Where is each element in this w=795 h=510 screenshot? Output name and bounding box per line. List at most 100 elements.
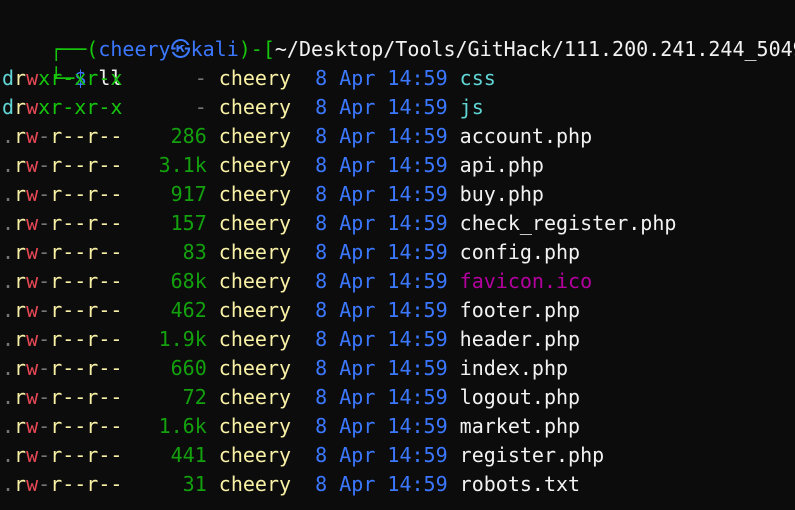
perm-owner-read: r <box>14 124 27 148</box>
file-name[interactable]: api.php <box>460 153 544 177</box>
file-time: 14:59 <box>387 327 448 351</box>
file-name[interactable]: config.php <box>460 240 580 264</box>
file-day: 8 <box>315 66 328 90</box>
perm-owner-write: w <box>26 182 39 206</box>
listing-row: .rw-r--r-- 441 cheery 8 Apr 14:59 regist… <box>2 441 795 470</box>
file-day: 8 <box>315 443 328 467</box>
file-size: 68k <box>146 269 207 293</box>
file-day: 8 <box>315 385 328 409</box>
file-name[interactable]: favicon.ico <box>460 269 592 293</box>
perm-owner-read: r <box>14 95 27 119</box>
perm-owner-read: r <box>14 66 27 90</box>
perm-owner-exec: - <box>38 472 51 496</box>
file-name[interactable]: market.php <box>460 414 580 438</box>
file-time: 14:59 <box>387 66 448 90</box>
perm-type: . <box>2 298 15 322</box>
file-size: - <box>146 95 207 119</box>
perm-owner-write: w <box>26 327 39 351</box>
directory-name[interactable]: css <box>460 66 496 90</box>
perm-owner-write: w <box>26 124 39 148</box>
perm-owner-write: w <box>26 298 39 322</box>
file-owner: cheery <box>218 327 292 351</box>
file-time: 14:59 <box>387 211 448 235</box>
perm-owner-write: w <box>26 95 39 119</box>
perm-owner-exec: - <box>38 124 51 148</box>
file-day: 8 <box>315 356 328 380</box>
perm-owner-exec: - <box>38 327 51 351</box>
file-size: 31 <box>146 472 207 496</box>
file-time: 14:59 <box>387 356 448 380</box>
prompt-user: cheery <box>98 37 171 61</box>
perm-group-other: r--r-- <box>50 356 123 380</box>
file-owner: cheery <box>218 385 292 409</box>
perm-group-other: r--r-- <box>50 153 123 177</box>
file-size: 1.6k <box>146 414 207 438</box>
perm-owner-exec: - <box>38 240 51 264</box>
file-month: Apr <box>339 153 376 177</box>
listing-row: .rw-r--r-- 286 cheery 8 Apr 14:59 accoun… <box>2 122 795 151</box>
perm-owner-write: w <box>26 269 39 293</box>
file-listing: drwxr-xr-x - cheery 8 Apr 14:59 css drwxr… <box>2 64 795 499</box>
perm-owner-exec: - <box>38 298 51 322</box>
perm-type: . <box>2 327 15 351</box>
perm-owner-read: r <box>14 327 27 351</box>
file-month: Apr <box>339 385 376 409</box>
perm-type: d <box>2 95 15 119</box>
perm-owner-write: w <box>26 414 39 438</box>
file-name[interactable]: account.php <box>460 124 592 148</box>
listing-row: .rw-r--r-- 1.9k cheery 8 Apr 14:59 heade… <box>2 325 795 354</box>
file-owner: cheery <box>218 66 292 90</box>
file-name[interactable]: register.php <box>460 443 605 467</box>
file-name[interactable]: buy.php <box>460 182 544 206</box>
file-owner: cheery <box>218 182 292 206</box>
listing-row: .rw-r--r-- 72 cheery 8 Apr 14:59 logout.… <box>2 383 795 412</box>
file-month: Apr <box>339 211 376 235</box>
perm-group-other: r-xr-x <box>50 95 123 119</box>
file-month: Apr <box>339 298 376 322</box>
perm-owner-read: r <box>14 269 27 293</box>
file-size: 157 <box>146 211 207 235</box>
file-owner: cheery <box>218 443 292 467</box>
file-time: 14:59 <box>387 269 448 293</box>
perm-owner-exec: x <box>38 66 51 90</box>
file-owner: cheery <box>218 298 292 322</box>
perm-type: . <box>2 443 15 467</box>
file-month: Apr <box>339 95 376 119</box>
terminal-window[interactable]: ┌──(cheery㉿kali)-[~/Desktop/Tools/GitHac… <box>0 0 795 510</box>
file-day: 8 <box>315 240 328 264</box>
perm-owner-write: w <box>26 356 39 380</box>
file-day: 8 <box>315 124 328 148</box>
file-size: 441 <box>146 443 207 467</box>
file-name[interactable]: index.php <box>460 356 568 380</box>
file-day: 8 <box>315 211 328 235</box>
listing-row: .rw-r--r-- 462 cheery 8 Apr 14:59 footer… <box>2 296 795 325</box>
file-day: 8 <box>315 95 328 119</box>
file-name[interactable]: robots.txt <box>460 472 580 496</box>
file-name[interactable]: header.php <box>460 327 580 351</box>
file-size: 286 <box>146 124 207 148</box>
file-name[interactable]: check_register.php <box>460 211 677 235</box>
file-owner: cheery <box>218 269 292 293</box>
perm-owner-exec: - <box>38 269 51 293</box>
perm-owner-write: w <box>26 211 39 235</box>
file-month: Apr <box>339 356 376 380</box>
listing-row: .rw-r--r-- 3.1k cheery 8 Apr 14:59 api.p… <box>2 151 795 180</box>
file-time: 14:59 <box>387 95 448 119</box>
file-time: 14:59 <box>387 153 448 177</box>
perm-owner-read: r <box>14 356 27 380</box>
perm-group-other: r--r-- <box>50 298 123 322</box>
perm-type: . <box>2 124 15 148</box>
file-day: 8 <box>315 182 328 206</box>
perm-group-other: r--r-- <box>50 443 123 467</box>
file-month: Apr <box>339 327 376 351</box>
perm-owner-read: r <box>14 443 27 467</box>
prompt-at-symbol: ㉿ <box>170 37 191 61</box>
perm-type: . <box>2 153 15 177</box>
prompt-line-1: ┌──(cheery㉿kali)-[~/Desktop/Tools/GitHac… <box>2 6 795 61</box>
directory-name[interactable]: js <box>460 95 484 119</box>
file-day: 8 <box>315 327 328 351</box>
file-name[interactable]: logout.php <box>460 385 580 409</box>
perm-type: . <box>2 211 15 235</box>
file-name[interactable]: footer.php <box>460 298 580 322</box>
perm-owner-read: r <box>14 414 27 438</box>
